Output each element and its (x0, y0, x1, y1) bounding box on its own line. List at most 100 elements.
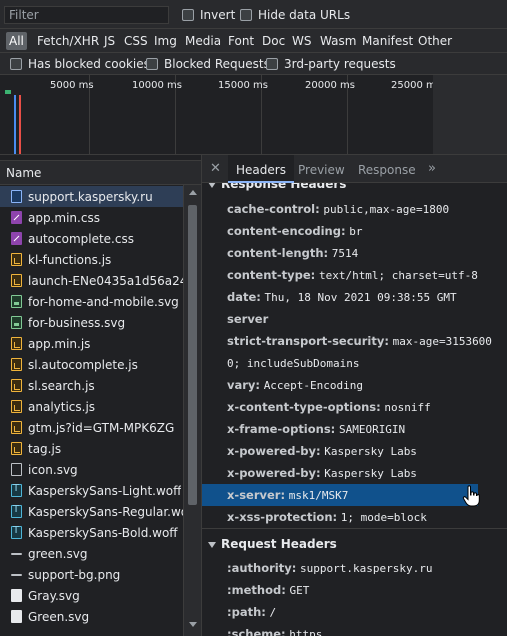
hide-data-urls-checkbox-box[interactable] (240, 9, 252, 21)
header-row[interactable]: :method: GET (227, 582, 477, 599)
type-filter-media[interactable]: Media (182, 32, 224, 50)
header-row[interactable]: x-server: msk1/MSK7 (227, 487, 477, 504)
response-headers-title[interactable]: Response Headers (208, 183, 346, 191)
overview-selection-window[interactable] (433, 75, 507, 154)
request-row[interactable]: KasperskySans-Regular.woff (0, 501, 183, 522)
header-row[interactable]: :authority: support.kaspersky.ru (227, 560, 477, 577)
request-row[interactable]: analytics.js (0, 396, 183, 417)
script-icon (11, 421, 22, 434)
request-row[interactable]: kl-functions.js (0, 249, 183, 270)
scrollbar-thumb[interactable] (188, 205, 197, 505)
overview-request-bar (5, 90, 11, 94)
header-row[interactable]: content-encoding: br (227, 223, 477, 240)
request-row[interactable]: launch-ENe0435a1d56a24b5e (0, 270, 183, 291)
type-filter-doc[interactable]: Doc (259, 32, 288, 50)
hide-data-urls-label: Hide data URLs (258, 8, 351, 22)
blocked-requests-label: Blocked Requests (164, 57, 270, 71)
type-filter-fetch-xhr[interactable]: Fetch/XHR (34, 32, 102, 50)
header-row[interactable]: strict-transport-security: max-age=31536… (227, 333, 492, 350)
blocked-filter-bar: Has blocked cookies Blocked Requests 3rd… (0, 53, 507, 75)
type-filter-js[interactable]: JS (101, 32, 118, 50)
request-row[interactable]: KasperskySans-Light.woff (0, 480, 183, 501)
header-row[interactable]: date: Thu, 18 Nov 2021 09:38:55 GMT (227, 289, 477, 306)
type-filter-css[interactable]: CSS (121, 32, 151, 50)
header-row[interactable]: x-powered-by: Kaspersky Labs (227, 443, 477, 460)
type-filter-other[interactable]: Other (415, 32, 455, 50)
header-row[interactable]: server (227, 311, 477, 328)
request-row[interactable]: app.min.css (0, 207, 183, 228)
header-row[interactable]: content-type: text/html; charset=utf-8 (227, 267, 478, 284)
has-blocked-cookies-box[interactable] (10, 58, 22, 70)
header-row[interactable]: x-powered-by: Kaspersky Labs (227, 465, 477, 482)
tab-response[interactable]: Response (358, 155, 416, 183)
header-row[interactable]: vary: Accept-Encoding (227, 377, 477, 394)
header-key: :authority: (227, 561, 297, 575)
request-row[interactable]: green.svg (0, 543, 183, 564)
request-headers-label: Request Headers (221, 537, 337, 551)
header-row[interactable]: :path: / (227, 604, 477, 621)
type-filter-all[interactable]: All (6, 32, 27, 50)
request-row[interactable]: support-bg.png (0, 564, 183, 585)
type-filter-img[interactable]: Img (151, 32, 180, 50)
third-party-requests-checkbox[interactable]: 3rd-party requests (266, 57, 396, 71)
request-row[interactable]: support.kaspersky.ru (0, 186, 183, 207)
tick-label: 15000 ms (218, 80, 268, 91)
header-key: date: (227, 290, 261, 304)
hide-data-urls-checkbox[interactable]: Hide data URLs (240, 8, 350, 22)
request-row[interactable]: sl.search.js (0, 375, 183, 396)
header-row[interactable]: x-xss-protection: 1; mode=block (227, 509, 477, 526)
tab-headers[interactable]: Headers (228, 155, 294, 183)
request-row[interactable]: sl.autocomplete.js (0, 354, 183, 375)
request-row[interactable]: app.min.js (0, 333, 183, 354)
other-icon (11, 552, 22, 555)
request-list: support.kaspersky.ru app.min.css autocompl… (0, 185, 201, 636)
scroll-down-arrow-icon[interactable] (189, 622, 197, 627)
third-party-requests-box[interactable] (266, 58, 278, 70)
more-tabs-chevron-icon[interactable]: » (428, 161, 436, 176)
header-row[interactable]: x-content-type-options: nosniff (227, 399, 477, 416)
dom-content-loaded-marker (14, 95, 16, 154)
type-filter-font[interactable]: Font (225, 32, 257, 50)
header-value: max-age=3153600 (392, 335, 492, 348)
network-overview-timeline[interactable]: 5000 ms 10000 ms 15000 ms 20000 ms 25000… (0, 75, 507, 155)
request-row[interactable]: Green.svg (0, 606, 183, 627)
request-row[interactable]: icon.svg (0, 459, 183, 480)
invert-checkbox[interactable]: Invert (182, 8, 235, 22)
type-filter-manifest[interactable]: Manifest (359, 32, 416, 50)
request-row[interactable]: for-home-and-mobile.svg (0, 291, 183, 312)
header-row[interactable]: 0; includeSubDomains (227, 355, 477, 372)
request-headers-title[interactable]: Request Headers (208, 537, 337, 551)
font-icon (11, 525, 22, 539)
header-row[interactable]: content-length: 7514 (227, 245, 477, 262)
type-filter-ws[interactable]: WS (289, 32, 314, 50)
request-row[interactable]: gtm.js?id=GTM-MPK6ZG (0, 417, 183, 438)
request-row[interactable]: autocomplete.css (0, 228, 183, 249)
request-row[interactable]: KasperskySans-Bold.woff (0, 522, 183, 543)
collapse-triangle-icon[interactable] (208, 541, 216, 548)
request-row[interactable]: Gray.svg (0, 585, 183, 606)
name-column-header[interactable]: Name (0, 160, 201, 185)
header-key: :scheme: (227, 627, 286, 636)
close-icon[interactable]: ✕ (210, 161, 221, 176)
header-value: text/html; charset=utf-8 (318, 269, 478, 282)
invert-checkbox-box[interactable] (182, 9, 194, 21)
scroll-up-arrow-icon[interactable] (189, 190, 197, 195)
load-event-marker (19, 95, 21, 154)
tab-preview[interactable]: Preview (298, 155, 345, 183)
header-row[interactable]: cache-control: public,max-age=1800 (227, 201, 477, 218)
request-name: sl.autocomplete.js (28, 357, 138, 372)
header-key: content-type: (227, 268, 316, 282)
collapse-triangle-icon[interactable] (208, 183, 216, 188)
request-row[interactable]: tag.js (0, 438, 183, 459)
filter-input[interactable]: Filter (4, 6, 169, 24)
request-row[interactable]: for-business.svg (0, 312, 183, 333)
header-row[interactable]: x-frame-options: SAMEORIGIN (227, 421, 477, 438)
blocked-requests-checkbox[interactable]: Blocked Requests (146, 57, 270, 71)
request-list-scrollbar[interactable] (183, 185, 201, 636)
header-row[interactable]: :scheme: https (227, 626, 477, 636)
request-name: Gray.svg (28, 588, 80, 603)
type-filter-wasm[interactable]: Wasm (317, 32, 359, 50)
has-blocked-cookies-checkbox[interactable]: Has blocked cookies (10, 57, 150, 71)
stylesheet-icon (11, 211, 22, 224)
blocked-requests-box[interactable] (146, 58, 158, 70)
